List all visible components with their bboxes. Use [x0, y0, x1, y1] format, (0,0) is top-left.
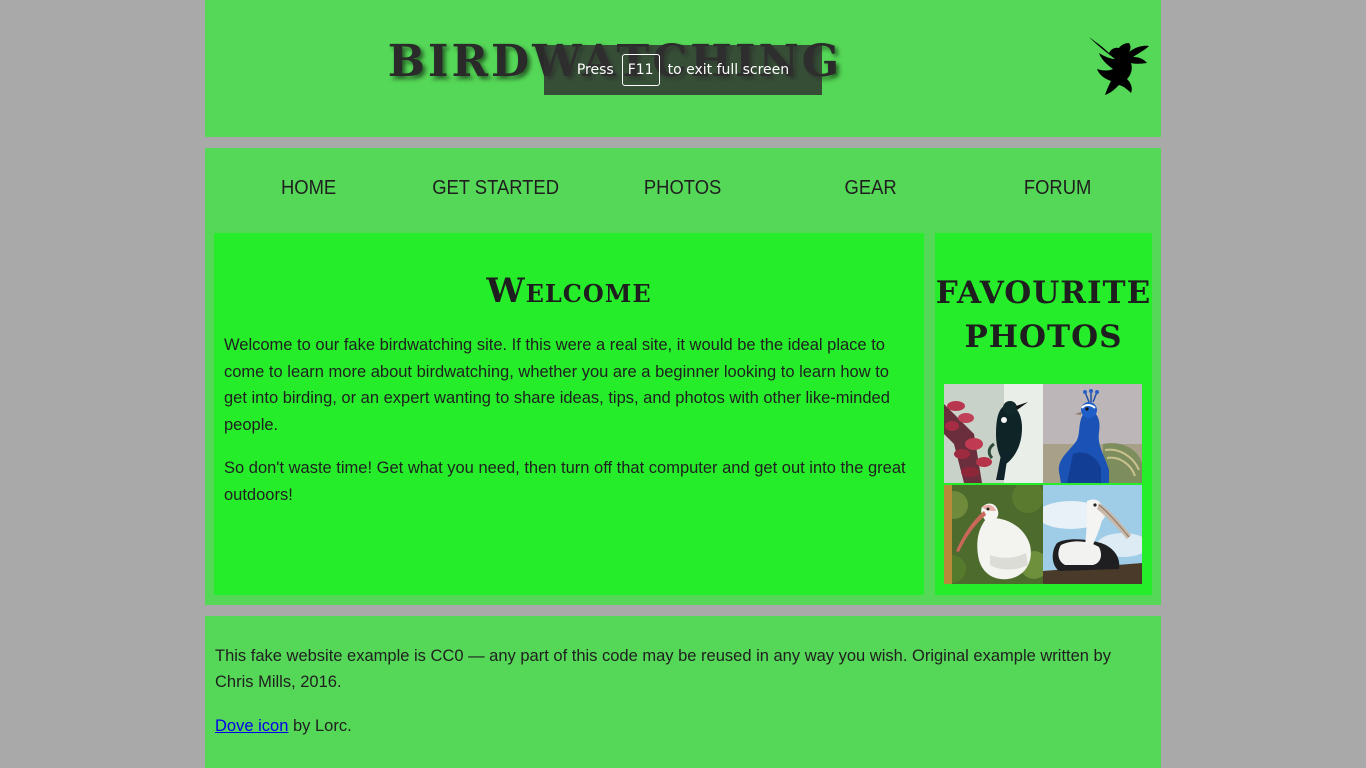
outdoors-paragraph: So don't waste time! Get what you need, … — [224, 459, 906, 504]
nav-link-get-started[interactable]: GET STARTED — [410, 148, 582, 228]
nav-link-photos[interactable]: PHOTOS — [597, 148, 769, 228]
peacock-photo[interactable] — [1043, 384, 1142, 483]
ibis-photo[interactable] — [944, 485, 1043, 584]
welcome-paragraph: Welcome to our fake birdwatching site. I… — [224, 336, 890, 434]
photo-grid — [944, 384, 1142, 584]
dove-icon — [1089, 37, 1149, 95]
site-footer: This fake website example is CC0 — any p… — [205, 616, 1161, 768]
tui-photo[interactable] — [944, 384, 1043, 483]
fullscreen-notice-prefix: Press — [576, 62, 614, 78]
welcome-heading: Welcome — [486, 271, 652, 311]
fullscreen-notice-suffix: to exit full screen — [667, 62, 790, 78]
f11-key-badge: F11 — [621, 54, 660, 86]
fullscreen-exit-notice: Press F11 to exit full screen — [544, 45, 822, 95]
nav-link-gear[interactable]: GEAR — [784, 148, 956, 228]
favourite-photos-heading: FAVOURITE PHOTOS — [935, 275, 1152, 355]
license-text: This fake website example is CC0 — any p… — [215, 647, 1111, 691]
main-section: HOME GET STARTED PHOTOS GEAR FORUM Welco… — [205, 148, 1161, 605]
nav-link-forum[interactable]: FORUM — [971, 148, 1143, 228]
welcome-article: Welcome Welcome to our fake birdwatching… — [214, 233, 924, 595]
main-nav: HOME GET STARTED PHOTOS GEAR FORUM — [215, 148, 1151, 228]
favourite-photos-sidebar: FAVOURITE PHOTOS — [935, 233, 1152, 595]
credit-suffix: by Lorc. — [288, 717, 352, 735]
nav-link-home[interactable]: HOME — [222, 148, 394, 228]
dove-icon-credit-link[interactable]: Dove icon — [215, 717, 288, 735]
stork-photo[interactable] — [1043, 485, 1142, 584]
credit-line: Dove icon by Lorc. — [215, 713, 1151, 739]
